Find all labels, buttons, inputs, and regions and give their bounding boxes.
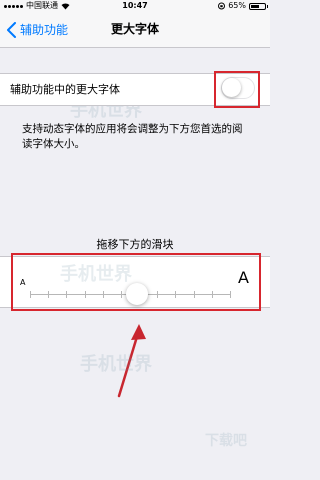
- slider-caption: 拖移下方的滑块: [96, 238, 174, 251]
- description-text: 支持动态字体的应用将会调整为下方您首选的阅读字体大小。: [22, 123, 243, 150]
- nav-bar: 辅助功能 更大字体: [0, 12, 270, 48]
- status-right: 65%: [218, 0, 268, 12]
- annotation-arrow-icon: [117, 324, 146, 398]
- battery-percent: 65%: [228, 1, 246, 10]
- page-title: 更大字体: [110, 22, 159, 36]
- watermark-bottom: 下载吧: [205, 433, 247, 449]
- highlight-box-toggle: [214, 71, 260, 108]
- toggle-label: 辅助功能中的更大字体: [10, 83, 120, 96]
- battery-icon: [249, 2, 268, 10]
- status-bar: 中国联通 10:47 65%: [0, 0, 270, 12]
- battery-fill: [251, 4, 260, 8]
- lock-rotation-icon: [218, 2, 226, 10]
- highlight-box-slider: [11, 253, 261, 311]
